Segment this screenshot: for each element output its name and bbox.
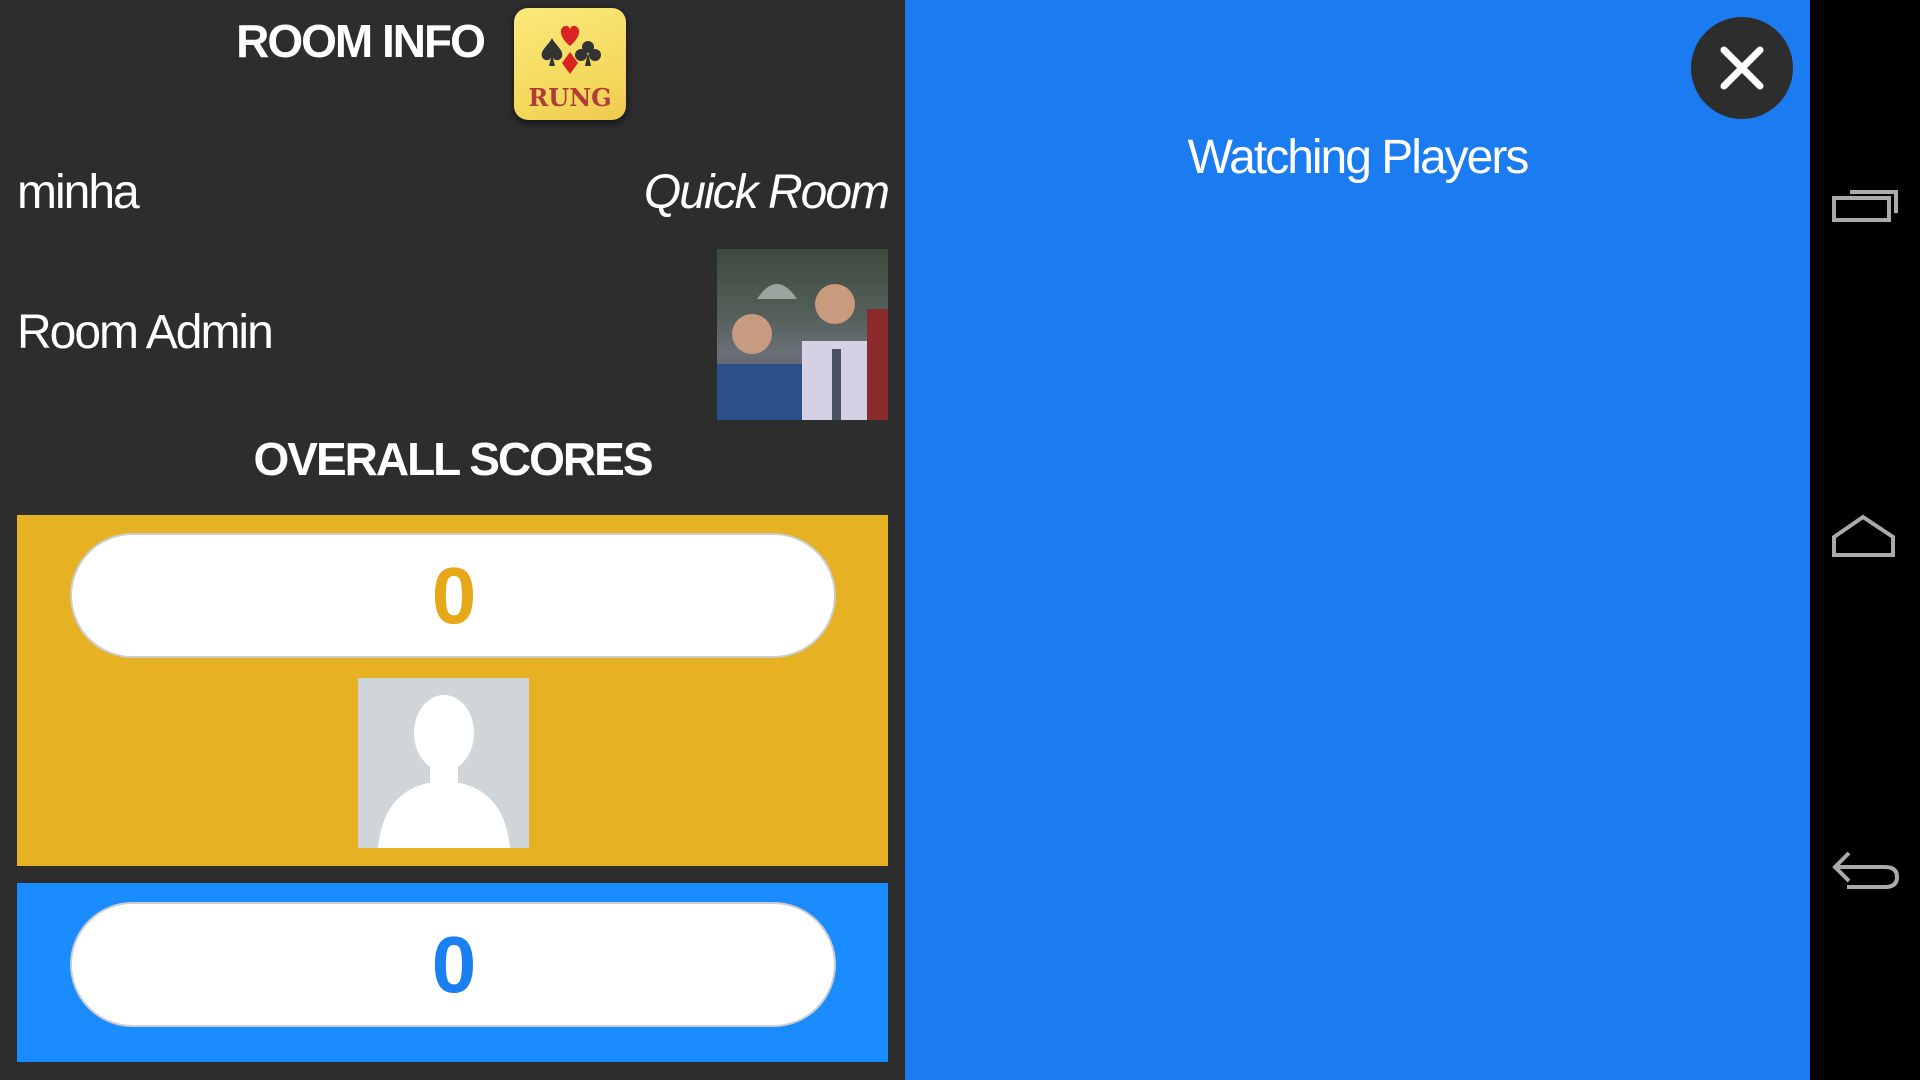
- admin-photo: [717, 249, 888, 420]
- team-score: 0: [70, 902, 836, 1027]
- room-type: Quick Room: [643, 166, 890, 219]
- avatar-silhouette-icon: [378, 695, 510, 848]
- close-icon: [1720, 46, 1764, 90]
- logo-text: RUNG: [528, 83, 611, 112]
- android-nav-bar: [1810, 0, 1920, 1080]
- home-button[interactable]: [1825, 507, 1905, 567]
- recent-apps-button[interactable]: [1825, 180, 1905, 240]
- rung-logo: RUNG: [514, 8, 626, 120]
- close-button[interactable]: [1691, 17, 1793, 119]
- back-icon: [1832, 851, 1900, 889]
- watching-players-title: Watching Players: [1187, 131, 1530, 184]
- team-score-card-yellow: 0: [17, 515, 888, 866]
- home-icon: [1832, 514, 1895, 557]
- back-button[interactable]: [1825, 837, 1905, 897]
- team-score: 0: [70, 533, 836, 658]
- watching-players-panel: Watching Players: [905, 0, 1810, 1080]
- card-suits-icon: RUNG: [528, 25, 612, 112]
- recent-apps-icon: [1832, 190, 1898, 222]
- player-name: minha: [17, 166, 140, 219]
- player-avatar-placeholder: [358, 678, 529, 848]
- admin-photo-image: [717, 284, 888, 420]
- team-score-card-blue: 0: [17, 883, 888, 1062]
- room-role: Room Admin: [17, 306, 274, 359]
- room-info-title: ROOM INFO: [236, 15, 486, 67]
- room-info-panel: ROOM INFO RUNG minha Quick Room Room Adm…: [0, 0, 905, 1080]
- overall-scores-title: OVERALL SCORES: [253, 433, 654, 485]
